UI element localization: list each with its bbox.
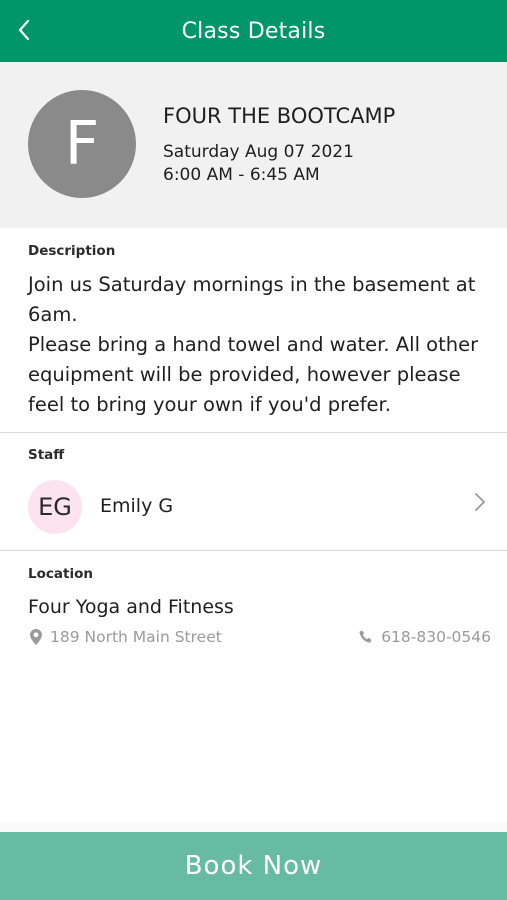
divider bbox=[0, 432, 507, 433]
location-name: Four Yoga and Fitness bbox=[28, 596, 234, 618]
description-line: Join us Saturday mornings in the basemen… bbox=[28, 273, 476, 326]
phone-text: 618-830-0546 bbox=[381, 628, 491, 646]
staff-avatar: EG bbox=[28, 480, 82, 534]
chevron-right-icon bbox=[475, 493, 485, 511]
chevron-left-icon bbox=[18, 19, 30, 41]
map-pin-icon bbox=[30, 629, 42, 645]
class-name: FOUR THE BOOTCAMP bbox=[163, 104, 396, 128]
staff-row[interactable]: EG Emily G bbox=[0, 468, 507, 546]
description-text: Join us Saturday mornings in the basemen… bbox=[28, 270, 498, 420]
phone-icon bbox=[359, 630, 372, 643]
description-label: Description bbox=[28, 243, 116, 259]
class-summary: F FOUR THE BOOTCAMP Saturday Aug 07 2021… bbox=[0, 62, 507, 228]
class-avatar: F bbox=[28, 90, 136, 198]
app-header: Class Details bbox=[0, 0, 507, 62]
location-phone[interactable]: 618-830-0546 bbox=[359, 628, 491, 646]
location-label: Location bbox=[28, 566, 93, 582]
location-address[interactable]: 189 North Main Street bbox=[30, 628, 222, 646]
footer-spacer bbox=[0, 822, 507, 832]
back-button[interactable] bbox=[10, 13, 38, 47]
staff-name: Emily G bbox=[100, 495, 174, 517]
page-title: Class Details bbox=[181, 18, 326, 44]
description-line: Please bring a hand towel and water. All… bbox=[28, 333, 479, 416]
address-text: 189 North Main Street bbox=[50, 628, 222, 646]
book-now-button[interactable]: Book Now bbox=[0, 832, 507, 900]
staff-label: Staff bbox=[28, 447, 65, 463]
class-date: Saturday Aug 07 2021 bbox=[163, 142, 354, 162]
divider bbox=[0, 550, 507, 551]
class-time: 6:00 AM - 6:45 AM bbox=[163, 165, 320, 185]
